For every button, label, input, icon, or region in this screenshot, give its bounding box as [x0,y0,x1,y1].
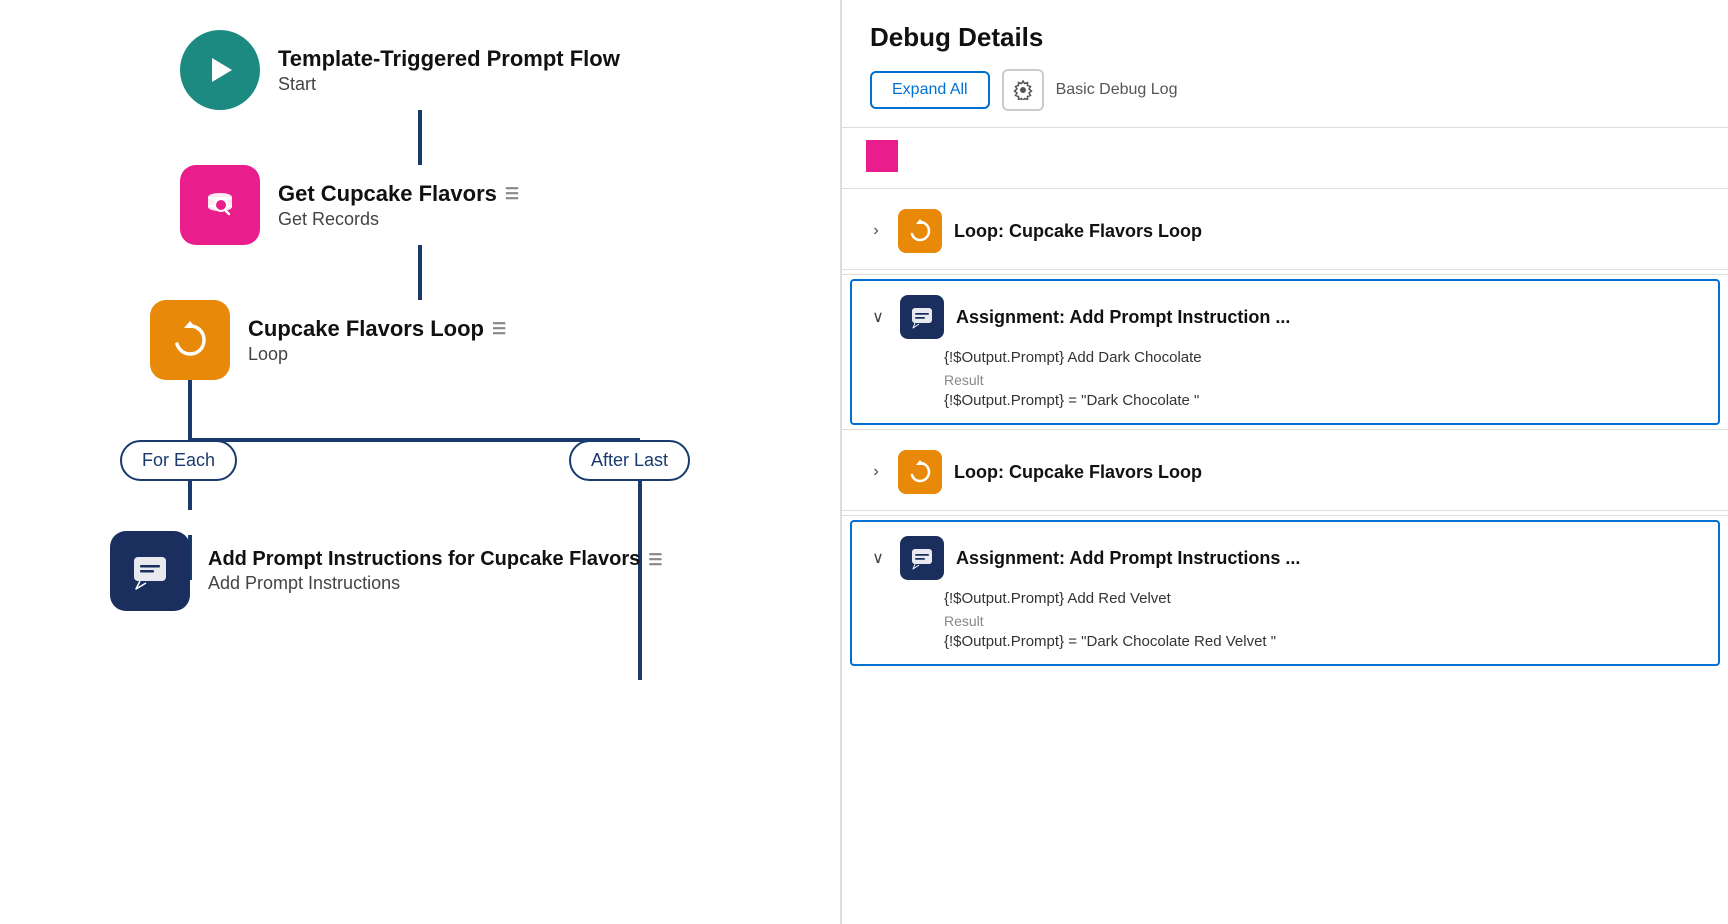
divider-0 [842,188,1728,189]
get-cupcake-menu-icon: ☰ [505,184,519,204]
debug-assignment-2-title: Assignment: Add Prompt Instructions ... [956,548,1300,569]
chevron-loop-2: › [866,463,886,481]
debug-assignment-1-title: Assignment: Add Prompt Instruction ... [956,307,1290,328]
loop-title-text: Cupcake Flavors Loop [248,316,484,342]
loop-node[interactable]: Cupcake Flavors Loop ☰ Loop [100,300,680,380]
debug-assignment-1-icon [900,295,944,339]
branch-row: For Each After Last [100,380,740,481]
start-title: Template-Triggered Prompt Flow [278,46,620,72]
debug-assignment-2-header[interactable]: ∨ Assignment: Add Prompt Instructions ..… [868,536,1702,580]
get-cupcake-node[interactable]: Get Cupcake Flavors ☰ Get Records [130,165,710,245]
after-last-label[interactable]: After Last [569,440,690,481]
loop-subtitle: Loop [248,344,506,365]
add-prompt-title: Add Prompt Instructions for Cupcake Flav… [208,548,663,571]
debug-content: › Loop: Cupcake Flavors Loop ∨ [842,128,1728,924]
connector-1 [418,110,422,165]
debug-assignment-1-result-value: {!$Output.Prompt} = "Dark Chocolate " [944,392,1702,409]
debug-assignment-1-body: {!$Output.Prompt} Add Dark Chocolate Res… [868,349,1702,409]
loop-node-text: Cupcake Flavors Loop ☰ Loop [248,316,506,365]
debug-loop-item-1[interactable]: › Loop: Cupcake Flavors Loop [842,193,1728,270]
add-prompt-text: Add Prompt Instructions for Cupcake Flav… [208,548,663,594]
get-cupcake-title-text: Get Cupcake Flavors [278,181,497,207]
for-each-text: For Each [120,440,237,481]
refresh-icon-small [907,218,933,244]
debug-assignment-item-1[interactable]: ∨ Assignment: Add Prompt Instruction ...… [850,279,1720,425]
after-last-text: After Last [569,440,690,481]
get-cupcake-title: Get Cupcake Flavors ☰ [278,181,519,207]
debug-toolbar: Expand All Basic Debug Log [870,69,1700,111]
debug-loop-2-header[interactable]: › Loop: Cupcake Flavors Loop [866,450,1704,494]
chevron-loop-1: › [866,222,886,240]
search-db-icon [200,185,240,225]
divider-3 [842,515,1728,516]
debug-header: Debug Details Expand All Basic Debug Log [842,0,1728,128]
debug-assignment-2-icon [900,536,944,580]
dark-blue-icon [110,531,190,611]
for-each-label[interactable]: For Each [120,440,237,481]
debug-assignment-item-2[interactable]: ∨ Assignment: Add Prompt Instructions ..… [850,520,1720,666]
gear-button[interactable] [1002,69,1044,111]
debug-assignment-1-result-label: Result [944,372,1702,388]
chat-icon-small-1 [909,304,935,330]
loop-section: Cupcake Flavors Loop ☰ Loop [100,300,740,611]
debug-loop-1-header[interactable]: › Loop: Cupcake Flavors Loop [866,209,1704,253]
chat-icon-small-2 [909,545,935,571]
flow-content: Template-Triggered Prompt Flow Start [70,30,770,611]
loop-title: Cupcake Flavors Loop ☰ [248,316,506,342]
pink-icon [180,165,260,245]
add-prompt-title-text: Add Prompt Instructions for Cupcake Flav… [208,548,640,571]
divider-2 [842,429,1728,430]
debug-assignment-2-result-label: Result [944,613,1702,629]
start-subtitle: Start [278,74,620,95]
refresh-icon-small-2 [907,459,933,485]
debug-loop-2-icon [898,450,942,494]
chevron-assignment-1: ∨ [868,307,888,327]
get-cupcake-text: Get Cupcake Flavors ☰ Get Records [278,181,519,230]
divider-1 [842,274,1728,275]
start-node-text: Template-Triggered Prompt Flow Start [278,46,620,95]
play-icon [202,52,238,88]
chat-icon [128,549,172,593]
debug-assignment-1-header[interactable]: ∨ Assignment: Add Prompt Instruction ... [868,295,1702,339]
debug-panel: Debug Details Expand All Basic Debug Log… [840,0,1728,924]
pink-indicator [866,140,898,172]
debug-loop-2-title: Loop: Cupcake Flavors Loop [954,462,1202,483]
gear-icon [1013,80,1033,100]
loop-menu-icon: ☰ [492,319,506,339]
expand-all-button[interactable]: Expand All [870,71,990,109]
orange-icon [150,300,230,380]
debug-assignment-2-result-value: {!$Output.Prompt} = "Dark Chocolate Red … [944,633,1702,650]
add-prompt-subtitle: Add Prompt Instructions [208,573,663,594]
add-prompt-node[interactable]: Add Prompt Instructions for Cupcake Flav… [100,531,740,611]
debug-log-label: Basic Debug Log [1056,81,1178,99]
flow-canvas: Template-Triggered Prompt Flow Start [0,0,840,924]
debug-assignment-2-body: {!$Output.Prompt} Add Red Velvet Result … [868,590,1702,650]
debug-title: Debug Details [870,22,1700,53]
start-node[interactable]: Template-Triggered Prompt Flow Start [130,30,710,110]
debug-assignment-2-formula: {!$Output.Prompt} Add Red Velvet [944,590,1702,607]
start-icon [180,30,260,110]
refresh-icon [168,318,212,362]
debug-loop-item-2[interactable]: › Loop: Cupcake Flavors Loop [842,434,1728,511]
chevron-assignment-2: ∨ [868,548,888,568]
debug-loop-1-title: Loop: Cupcake Flavors Loop [954,221,1202,242]
get-cupcake-subtitle: Get Records [278,209,519,230]
pink-indicator-row [842,128,1728,184]
connector-2 [418,245,422,300]
debug-assignment-1-formula: {!$Output.Prompt} Add Dark Chocolate [944,349,1702,366]
add-prompt-menu-icon: ☰ [648,550,662,570]
debug-loop-1-icon [898,209,942,253]
